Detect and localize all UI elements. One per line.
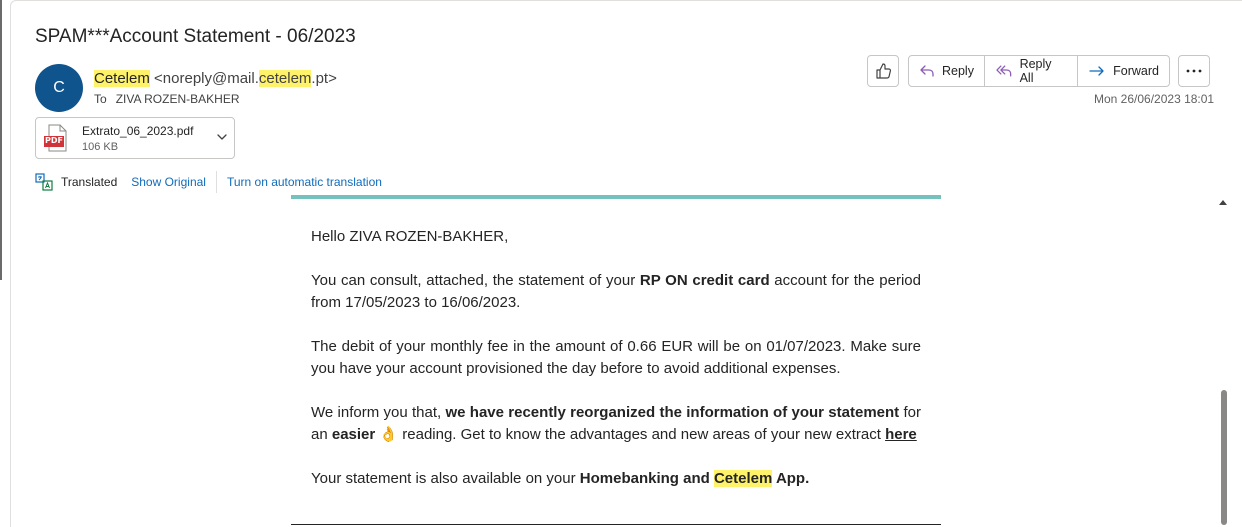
more-icon xyxy=(1186,69,1202,73)
scrollbar[interactable] xyxy=(1216,195,1230,527)
attachment-size: 106 KB xyxy=(82,141,119,153)
attachment-card[interactable]: PDF Extrato_06_2023.pdf 106 KB xyxy=(35,117,235,159)
email-subject: SPAM***Account Statement - 06/2023 xyxy=(35,26,356,47)
to-label: To xyxy=(94,92,107,106)
paragraph-reorganized: We inform you that, we have recently reo… xyxy=(311,404,921,443)
chevron-down-icon[interactable] xyxy=(216,132,228,142)
pdf-badge-text: PDF xyxy=(45,136,63,145)
divider xyxy=(215,171,217,193)
recipient-line: To ZIVA ROZEN-BAKHER xyxy=(94,92,239,106)
more-actions-button[interactable] xyxy=(1178,55,1210,87)
translate-icon xyxy=(35,173,53,191)
translation-bar: Translated Show Original Turn on automat… xyxy=(35,171,382,193)
email-body: Hello ZIVA ROZEN-BAKHER, You can consult… xyxy=(311,226,921,512)
greeting: Hello ZIVA ROZEN-BAKHER, xyxy=(311,228,509,245)
sender-name[interactable]: Cetelem xyxy=(94,70,150,87)
paragraph-statement: You can consult, attached, the statement… xyxy=(311,272,921,311)
email-header-bar xyxy=(291,195,941,199)
ok-hand-emoji: 👌 xyxy=(379,426,399,443)
recipient-name[interactable]: ZIVA ROZEN-BAKHER xyxy=(116,92,240,106)
scrollbar-thumb[interactable] xyxy=(1221,390,1227,525)
received-date: Mon 26/06/2023 18:01 xyxy=(1094,92,1215,106)
reply-all-icon xyxy=(996,65,1012,77)
reply-actions: Reply Reply All Forward xyxy=(908,55,1170,87)
auto-translate-link[interactable]: Turn on automatic translation xyxy=(227,175,382,189)
thumbs-up-icon xyxy=(876,63,892,79)
forward-icon xyxy=(1089,66,1104,76)
sender-address: <noreply@mail.cetelem.pt> xyxy=(154,70,337,87)
forward-button[interactable]: Forward xyxy=(1077,56,1169,86)
avatar[interactable]: C xyxy=(35,64,83,112)
reply-button[interactable]: Reply xyxy=(909,56,984,86)
reply-all-button[interactable]: Reply All xyxy=(983,56,1077,86)
paragraph-fee: The debit of your monthly fee in the amo… xyxy=(311,338,921,377)
scroll-up-icon[interactable] xyxy=(1219,199,1227,206)
attachment-name: Extrato_06_2023.pdf xyxy=(82,124,194,138)
reply-icon xyxy=(920,65,934,77)
sender-line: Cetelem <noreply@mail.cetelem.pt> xyxy=(94,70,337,87)
translated-label: Translated xyxy=(61,175,118,189)
show-original-link[interactable]: Show Original xyxy=(131,175,206,189)
window-edge xyxy=(0,0,2,280)
paragraph-app: Your statement is also available on your… xyxy=(311,470,810,487)
like-button[interactable] xyxy=(867,55,899,87)
email-footer-divider xyxy=(291,524,941,525)
here-link[interactable]: here xyxy=(885,426,917,443)
